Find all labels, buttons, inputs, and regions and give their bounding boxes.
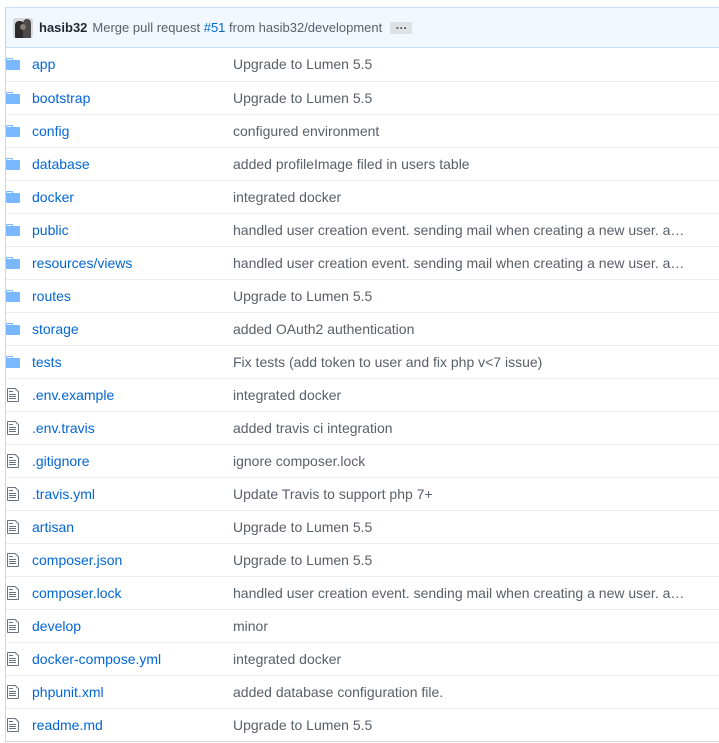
file-row: .env.example integrated docker [6,377,719,411]
file-icon [6,476,32,510]
folder-icon [6,48,32,81]
expand-commit-button[interactable]: … [390,19,413,34]
file-link[interactable]: docker-compose.yml [32,651,161,667]
file-row: .travis.yml Update Travis to support php … [6,476,719,510]
commit-message-prefix[interactable]: Merge pull request [92,20,200,35]
commit-message-link[interactable]: integrated docker [233,189,341,205]
file-row: app Upgrade to Lumen 5.5 [6,48,719,81]
commit-message-link[interactable]: integrated docker [233,387,341,403]
folder-icon [6,113,32,147]
file-row: .gitignore ignore composer.lock [6,443,719,477]
avatar[interactable] [13,17,33,38]
folder-link[interactable]: config [32,123,69,139]
file-row: .env.travis added travis ci integration [6,410,719,444]
folder-link[interactable]: database [32,156,90,172]
folder-icon [6,245,32,279]
commit-message-suffix[interactable]: from hasib32/development [229,20,382,35]
folder-link[interactable]: public [32,222,69,238]
file-table: app Upgrade to Lumen 5.5 bootstrap Upgrade … [6,48,719,741]
file-icon [6,575,32,609]
file-row: routes Upgrade to Lumen 5.5 [6,278,719,312]
file-row: phpunit.xml added database configuration … [6,674,719,708]
folder-icon [6,179,32,213]
folder-link[interactable]: storage [32,321,79,337]
file-row: docker integrated docker [6,179,719,213]
file-link[interactable]: composer.lock [32,585,121,601]
commit-message-link[interactable]: Upgrade to Lumen 5.5 [233,717,372,733]
commit-message-link[interactable]: integrated docker [233,651,341,667]
file-row: readme.md Upgrade to Lumen 5.5 [6,707,719,741]
folder-icon [6,278,32,312]
commit-message-link[interactable]: Update Travis to support php 7+ [233,486,433,502]
file-row: composer.json Upgrade to Lumen 5.5 [6,542,719,576]
commit-message-link[interactable]: ignore composer.lock [233,453,365,469]
file-link[interactable]: .travis.yml [32,486,95,502]
folder-link[interactable]: tests [32,354,62,370]
file-row: public handled user creation event. sendi… [6,212,719,246]
folder-icon [6,212,32,246]
commit-message-link[interactable]: handled user creation event. sending mai… [233,255,684,271]
file-link[interactable]: phpunit.xml [32,684,104,700]
commit-message-link[interactable]: Upgrade to Lumen 5.5 [233,552,372,568]
file-link[interactable]: .env.travis [32,420,95,436]
file-row: storage added OAuth2 authentication [6,311,719,345]
file-row: artisan Upgrade to Lumen 5.5 [6,509,719,543]
file-link[interactable]: .env.example [32,387,114,403]
commit-message-link[interactable]: Upgrade to Lumen 5.5 [233,288,372,304]
file-row: composer.lock handled user creation event… [6,575,719,609]
commit-message-link[interactable]: handled user creation event. sending mai… [233,222,684,238]
folder-icon [6,146,32,180]
file-link[interactable]: .gitignore [32,453,90,469]
file-icon [6,674,32,708]
file-row: bootstrap Upgrade to Lumen 5.5 [6,80,719,114]
commit-message-link[interactable]: added profileImage filed in users table [233,156,470,172]
commit-message-link[interactable]: added OAuth2 authentication [233,321,414,337]
folder-icon [6,344,32,378]
file-row: database added profileImage filed in user… [6,146,719,180]
folder-link[interactable]: app [32,56,55,72]
commit-message-link[interactable]: Upgrade to Lumen 5.5 [233,90,372,106]
file-browser: hasib32 Merge pull request #51 from hasi… [5,7,719,742]
file-icon [6,509,32,543]
file-row: develop minor [6,608,719,642]
file-link[interactable]: readme.md [32,717,103,733]
file-link[interactable]: develop [32,618,81,634]
file-icon [6,542,32,576]
file-row: config configured environment [6,113,719,147]
commit-message-link[interactable]: added database configuration file. [233,684,443,700]
commit-message-link[interactable]: configured environment [233,123,379,139]
commit-message-link[interactable]: Upgrade to Lumen 5.5 [233,519,372,535]
file-icon [6,641,32,675]
pull-request-link[interactable]: #51 [204,20,226,35]
file-row: resources/views handled user creation eve… [6,245,719,279]
folder-icon [6,80,32,114]
file-icon [6,707,32,741]
file-icon [6,443,32,477]
file-link[interactable]: composer.json [32,552,122,568]
commit-message-link[interactable]: minor [233,618,268,634]
file-icon [6,608,32,642]
file-icon [6,377,32,411]
file-row: docker-compose.yml integrated docker [6,641,719,675]
folder-link[interactable]: resources/views [32,255,132,271]
commit-message-link[interactable]: Fix tests (add token to user and fix php… [233,354,542,370]
file-row: tests Fix tests (add token to user and fi… [6,344,719,378]
folder-link[interactable]: routes [32,288,71,304]
file-icon [6,410,32,444]
commit-message-link[interactable]: handled user creation event. sending mai… [233,585,684,601]
folder-icon [6,311,32,345]
latest-commit-bar: hasib32 Merge pull request #51 from hasi… [6,8,719,48]
commit-author-link[interactable]: hasib32 [39,20,87,35]
folder-link[interactable]: bootstrap [32,90,90,106]
file-link[interactable]: artisan [32,519,74,535]
commit-message-link[interactable]: Upgrade to Lumen 5.5 [233,56,372,72]
commit-message-link[interactable]: added travis ci integration [233,420,393,436]
folder-link[interactable]: docker [32,189,74,205]
